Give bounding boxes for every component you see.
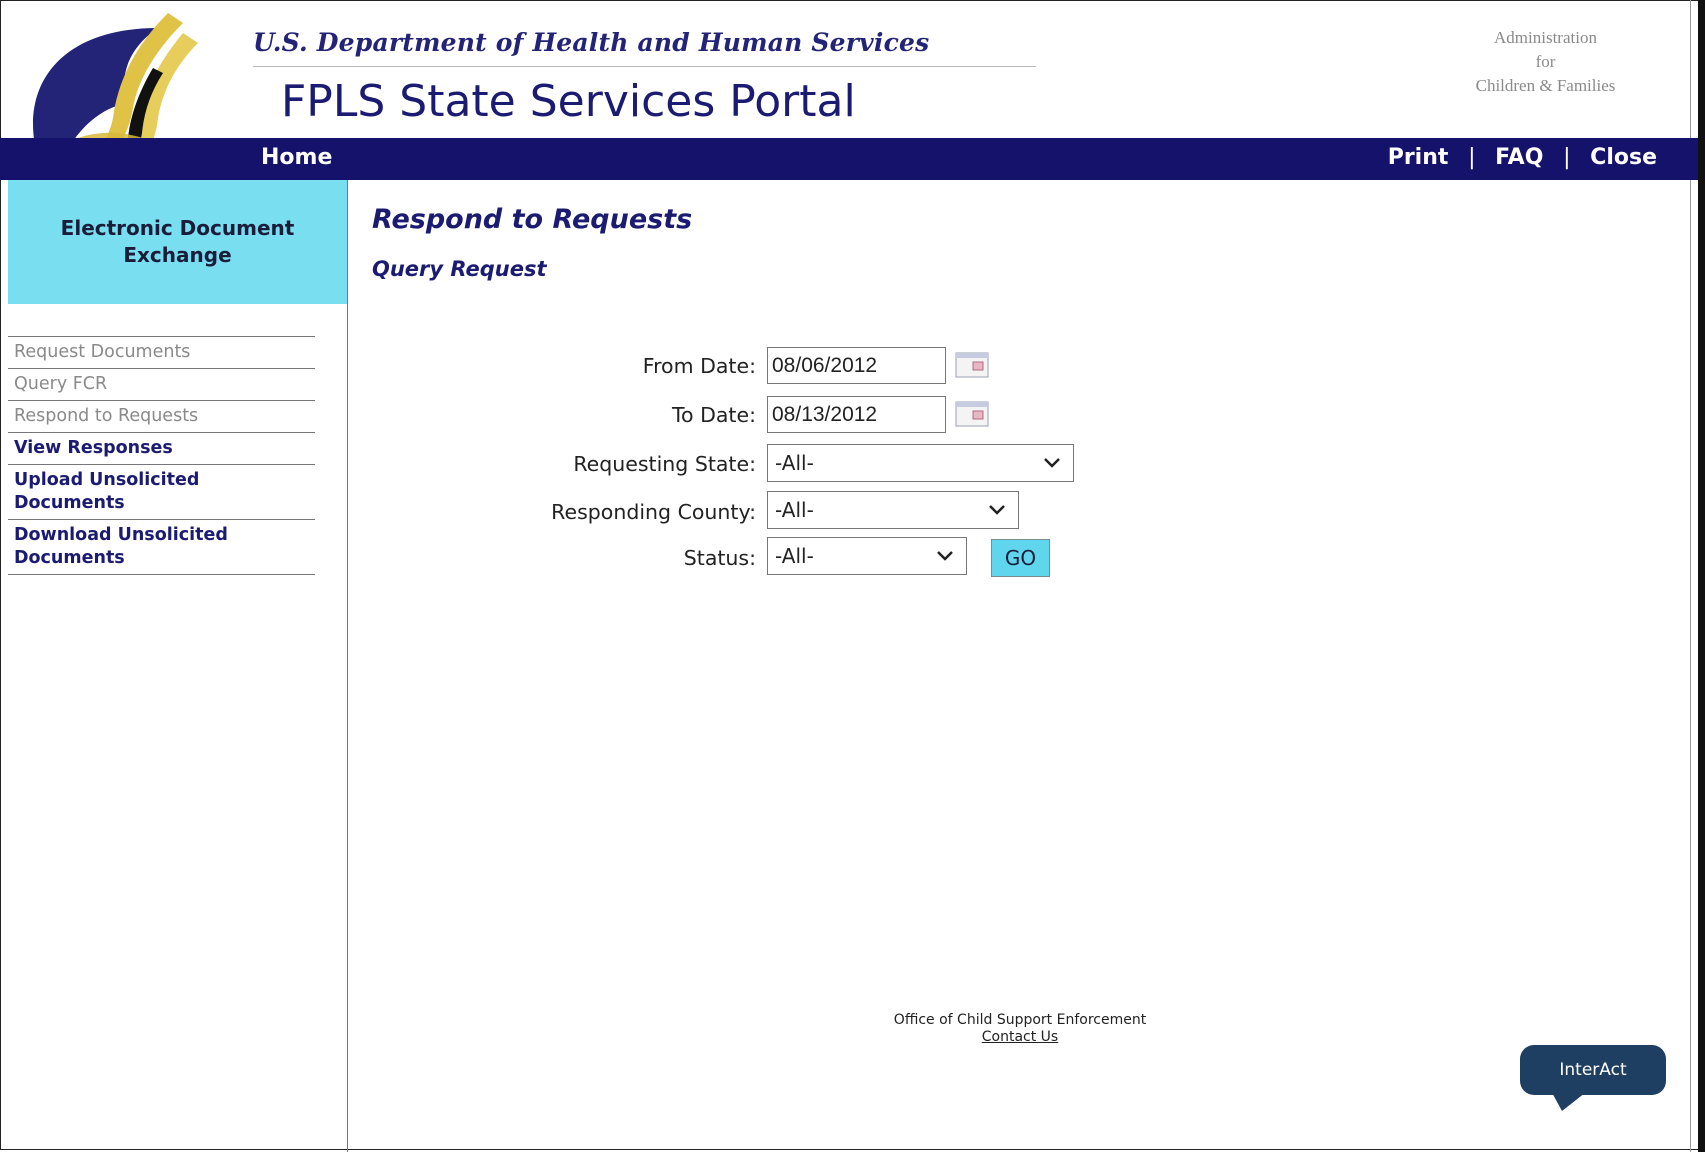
- nav-utility-links: Print | FAQ | Close: [1388, 145, 1657, 170]
- chevron-down-icon: [989, 505, 1005, 515]
- responding-county-label: Responding County:: [551, 500, 756, 524]
- status-label: Status:: [683, 546, 756, 570]
- portal-title: FPLS State Services Portal: [281, 76, 856, 127]
- requesting-state-select[interactable]: -All-: [767, 444, 1074, 482]
- responding-county-value: -All-: [775, 498, 814, 522]
- sidebar-item-label: Upload Unsolicited: [14, 470, 200, 490]
- sidebar-item-label: Request Documents: [14, 342, 191, 362]
- sidebar-item-label: Respond to Requests: [14, 406, 199, 426]
- sidebar-item-label: View Responses: [14, 438, 173, 458]
- header-divider: [253, 66, 1036, 67]
- go-button[interactable]: GO: [991, 539, 1050, 577]
- right-edge: [1698, 0, 1705, 1152]
- nav-close-link[interactable]: Close: [1590, 145, 1657, 170]
- interact-button[interactable]: InterAct: [1520, 1045, 1666, 1095]
- sidebar-title-line-2: Exchange: [123, 243, 232, 267]
- sidebar-item-request-documents: Request Documents: [8, 336, 315, 368]
- sidebar-item-respond-to-requests: Respond to Requests: [8, 400, 315, 432]
- agency-line-2: for: [1535, 52, 1556, 71]
- top-navbar: Home Print | FAQ | Close: [0, 138, 1698, 180]
- from-date-label: From Date:: [642, 354, 756, 378]
- nav-separator: |: [1468, 145, 1476, 170]
- chevron-down-icon: [1044, 458, 1060, 468]
- requesting-state-label: Requesting State:: [573, 452, 756, 476]
- contact-us-link[interactable]: Contact Us: [820, 1029, 1220, 1046]
- status-value: -All-: [775, 544, 814, 568]
- sidebar-item-label: Documents: [14, 493, 125, 513]
- sidebar-menu: Request Documents Query FCR Respond to R…: [8, 336, 315, 575]
- chevron-down-icon: [937, 551, 953, 561]
- nav-home-link[interactable]: Home: [261, 145, 332, 170]
- footer-office: Office of Child Support Enforcement: [893, 1012, 1147, 1028]
- calendar-icon[interactable]: [955, 352, 989, 378]
- sidebar-item-view-responses[interactable]: View Responses: [8, 432, 315, 464]
- sidebar-item-query-fcr: Query FCR: [8, 368, 315, 400]
- sidebar-item-label: Documents: [14, 548, 125, 568]
- status-select[interactable]: -All-: [767, 537, 967, 575]
- nav-print-link[interactable]: Print: [1388, 145, 1449, 170]
- from-date-input[interactable]: [767, 347, 946, 384]
- sidebar-item-label: Query FCR: [14, 374, 108, 394]
- sidebar-title: Electronic Document Exchange: [8, 180, 347, 304]
- sidebar-title-line-1: Electronic Document: [60, 216, 295, 240]
- calendar-icon[interactable]: [955, 401, 989, 427]
- responding-county-select[interactable]: -All-: [767, 491, 1019, 529]
- to-date-input[interactable]: [767, 396, 946, 433]
- footer: Office of Child Support Enforcement Cont…: [820, 1012, 1220, 1046]
- nav-faq-link[interactable]: FAQ: [1495, 145, 1543, 170]
- page-subtitle: Query Request: [372, 257, 547, 281]
- page-title: Respond to Requests: [372, 204, 693, 235]
- nav-separator: |: [1563, 145, 1571, 170]
- requesting-state-value: -All-: [775, 451, 814, 475]
- sidebar-item-download-unsolicited[interactable]: Download Unsolicited Documents: [8, 519, 315, 575]
- sidebar-item-upload-unsolicited[interactable]: Upload Unsolicited Documents: [8, 464, 315, 519]
- agency-line-1: Administration: [1494, 28, 1597, 47]
- agency-name: Administration for Children & Families: [1433, 26, 1658, 98]
- sidebar-item-label: Download Unsolicited: [14, 525, 228, 545]
- to-date-label: To Date:: [671, 403, 756, 427]
- interact-chat-widget[interactable]: InterAct: [1520, 1045, 1666, 1111]
- sidebar-divider: [347, 180, 348, 1152]
- agency-line-3: Children & Families: [1475, 76, 1616, 95]
- department-name: U.S. Department of Health and Human Serv…: [253, 28, 930, 57]
